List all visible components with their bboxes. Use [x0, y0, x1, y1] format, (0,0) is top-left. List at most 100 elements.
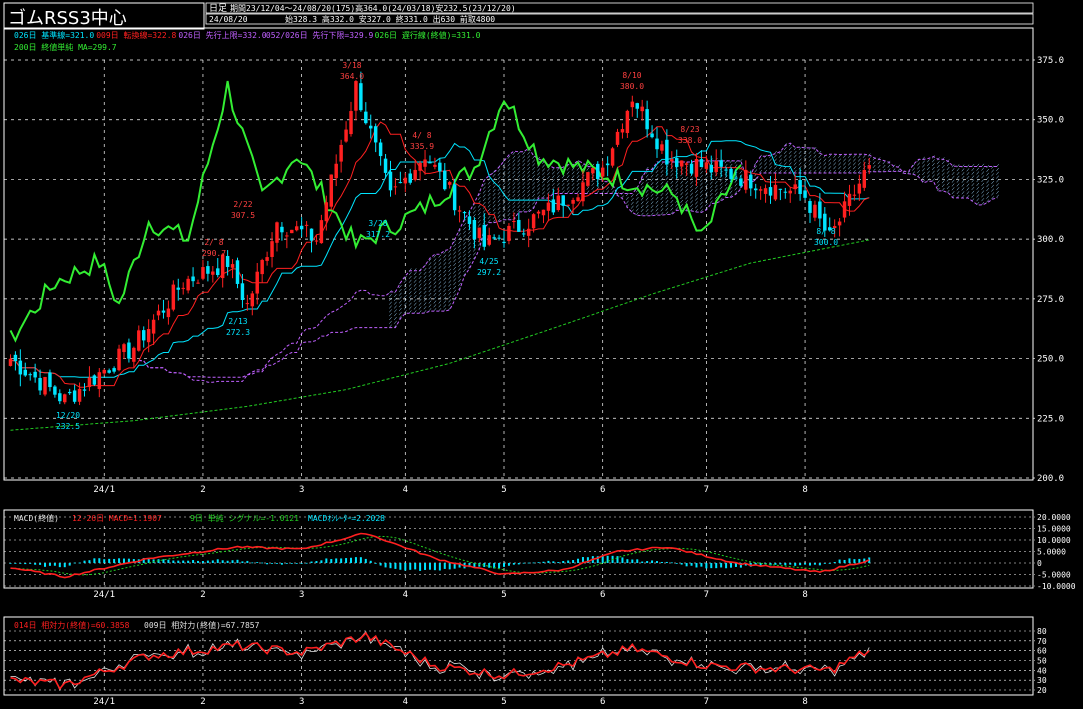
candle-body — [675, 158, 679, 167]
x-tick-label: 24/1 — [93, 485, 115, 495]
macd-hist-bar — [507, 563, 510, 566]
candle-body — [364, 111, 368, 124]
candle-body — [132, 347, 136, 362]
candle-body — [166, 308, 171, 318]
candle-body — [23, 369, 28, 376]
x-tick-label: 6 — [600, 697, 605, 707]
macd-hist-bar — [73, 562, 76, 564]
macd-hist-bar — [379, 563, 382, 566]
macd-hist-bar — [172, 560, 175, 563]
candle-body — [48, 372, 52, 388]
candle-body — [92, 375, 97, 385]
legend-item: 026日 基準線=321.0 — [14, 30, 94, 40]
macd-hist-bar — [14, 563, 17, 564]
macd-hist-bar — [705, 563, 708, 569]
macd-hist-bar — [19, 563, 22, 564]
annotation-price: 364.0 — [340, 72, 364, 81]
macd-hist-bar — [246, 560, 249, 563]
macd-hist-bar — [182, 560, 185, 563]
candle-body — [615, 131, 620, 145]
candle-body — [329, 174, 333, 207]
y-tick-label: 275.0 — [1037, 295, 1064, 305]
macd-hist-bar — [720, 563, 723, 568]
macd-hist-bar — [448, 563, 451, 570]
macd-hist-bar — [572, 560, 575, 563]
candle-body — [699, 159, 704, 168]
candle-body — [517, 219, 521, 232]
x-tick-label: 8 — [802, 697, 807, 707]
candle-body — [349, 111, 353, 135]
candle-body — [240, 283, 245, 300]
macd-hist-bar — [271, 563, 274, 564]
candle-body — [206, 266, 210, 274]
legend-item: 026日 先行上限=332.0 — [178, 30, 266, 40]
macd-hist-bar — [266, 563, 269, 565]
candle-body — [191, 276, 195, 282]
macd-hist-bar — [369, 560, 372, 563]
macd-hist-bar — [88, 560, 91, 563]
candle-body — [245, 303, 250, 305]
macd-hist-bar — [206, 560, 209, 563]
macd-hist-bar — [818, 563, 821, 566]
candle-body — [196, 282, 200, 284]
rsi-y-ticks: 80706050403020 — [1037, 627, 1047, 695]
candle-body — [8, 358, 13, 366]
candle-body — [778, 188, 783, 190]
candle-body — [280, 226, 284, 233]
chart-title: ゴムRSS3中心 — [8, 8, 127, 29]
y-tick-label: 15.0000 — [1037, 525, 1071, 534]
candle-body — [77, 388, 82, 402]
macd-hist-bar — [774, 563, 777, 565]
candle-body — [87, 377, 92, 388]
ohlc-line: 始328.3 高332.0 安327.0 終331.0 出630 前取4800 — [285, 14, 495, 24]
candle-body — [309, 228, 314, 241]
candle-body — [102, 369, 106, 374]
candle-body — [452, 184, 457, 211]
macd-hist-bar — [616, 556, 619, 563]
macd-hist-bar — [424, 563, 427, 570]
macd-hist-bar — [290, 563, 293, 564]
candle-body — [181, 287, 185, 289]
candle-body — [783, 191, 788, 193]
candle-body — [719, 160, 723, 167]
legend-item: 12-26日 MACD=1.1907 — [72, 514, 162, 523]
macd-hist-bar — [665, 561, 668, 563]
macd-hist-bar — [256, 562, 259, 563]
macd-hist-bar — [730, 563, 733, 568]
macd-hist-bar — [419, 563, 422, 571]
candle-body — [714, 160, 718, 173]
macd-hist-bar — [320, 560, 323, 563]
candle-body — [443, 170, 447, 190]
candle-body — [586, 172, 590, 186]
candle-body — [275, 222, 279, 243]
candle-body — [462, 212, 467, 214]
candle-body — [265, 257, 269, 261]
macd-hist-bar — [103, 559, 106, 563]
candle-body — [176, 287, 180, 290]
candle-body — [383, 158, 388, 173]
candle-body — [694, 158, 699, 177]
candle-body — [299, 225, 304, 230]
macd-hist-bar — [354, 557, 357, 563]
candle-body — [679, 160, 684, 167]
y-tick-label: 325.0 — [1037, 175, 1064, 185]
legend-item: MACDｵｼﾚｰﾀｰ=2.2028 — [308, 514, 385, 523]
macd-hist-bar — [241, 561, 244, 563]
macd-hist-bar — [542, 561, 545, 563]
candle-body — [339, 144, 343, 162]
candle-body — [201, 267, 205, 279]
x-tick-label: 5 — [501, 590, 506, 600]
macd-hist-bar — [93, 558, 96, 563]
macd-hist-bar — [345, 558, 348, 563]
macd-hist-bar — [63, 563, 66, 568]
macd-hist-bar — [577, 558, 580, 563]
candle-body — [546, 202, 551, 211]
macd-hist-bar — [310, 561, 313, 563]
candle-body — [803, 190, 807, 198]
annotation-price: 335.9 — [410, 142, 434, 151]
candle-body — [842, 201, 847, 218]
macd-hist-bar — [389, 563, 392, 569]
macd-hist-bar — [236, 559, 239, 563]
candle-body — [724, 169, 728, 171]
y-tick-label: 40 — [1037, 666, 1047, 675]
